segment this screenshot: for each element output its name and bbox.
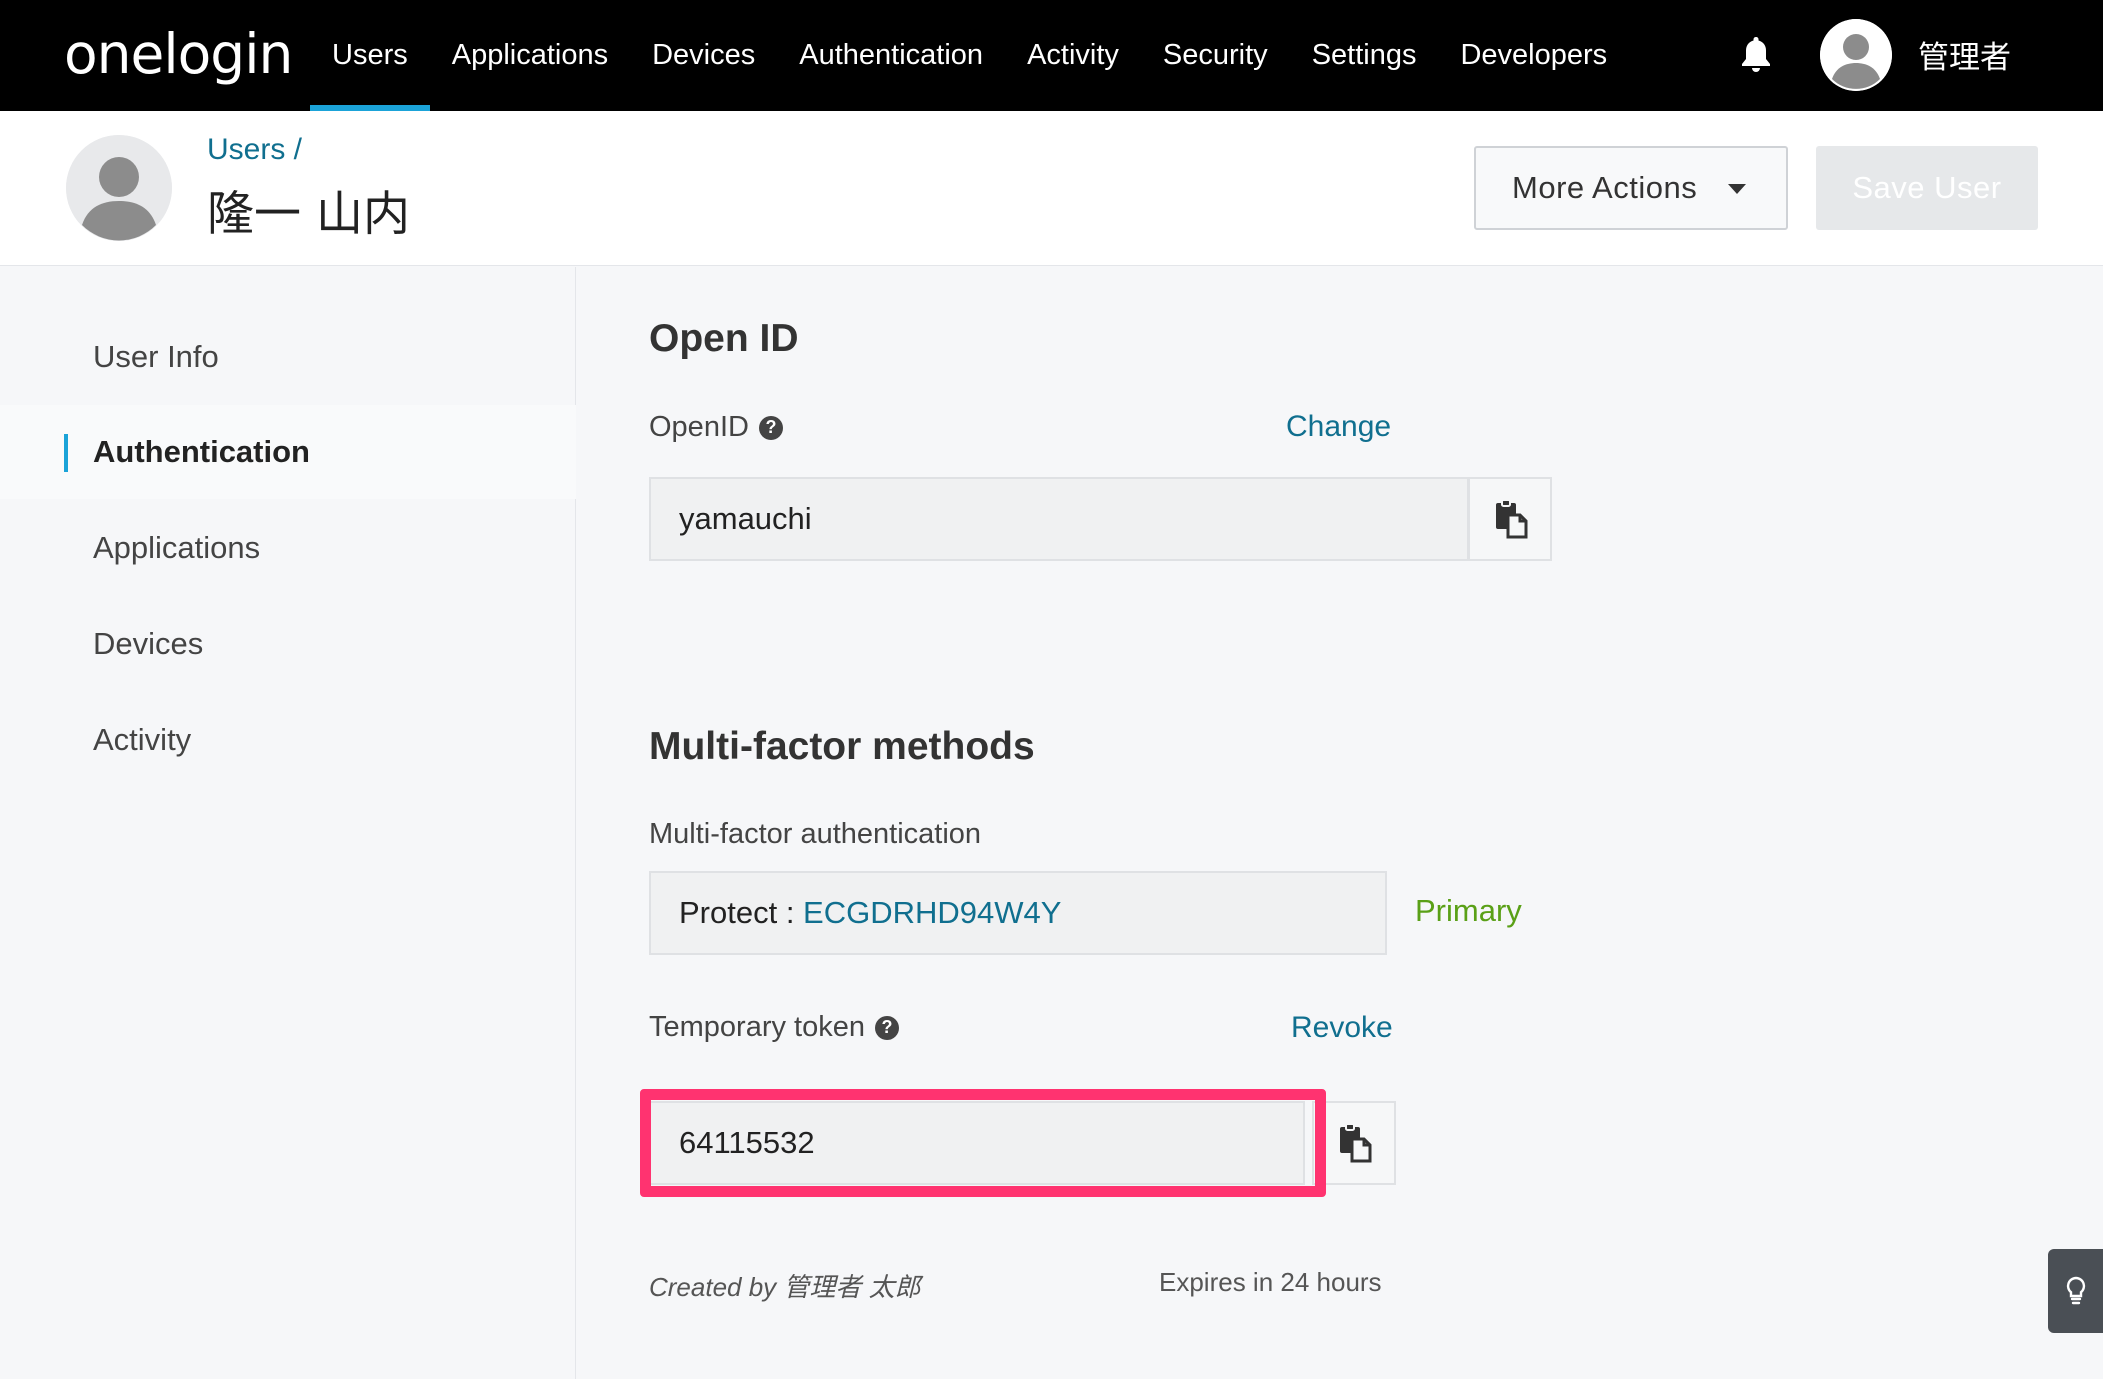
lightbulb-icon — [2066, 1276, 2085, 1305]
breadcrumb[interactable]: Users / — [207, 133, 302, 167]
copy-icon — [1496, 499, 1528, 539]
user-avatar[interactable] — [1820, 19, 1892, 91]
page-title: 隆一 山内 — [207, 187, 410, 242]
temp-token-value: 64115532 — [679, 1125, 815, 1160]
nav-activity[interactable]: Activity — [1005, 0, 1141, 111]
nav-settings[interactable]: Settings — [1290, 0, 1439, 111]
more-actions-label: More Actions — [1512, 170, 1698, 205]
temp-token-label-text: Temporary token — [649, 1011, 865, 1043]
nav-authentication[interactable]: Authentication — [777, 0, 1005, 111]
token-created-by: Created by 管理者 太郎 — [649, 1272, 921, 1302]
openid-field[interactable]: yamauchi — [649, 477, 1469, 561]
main-nav: Users Applications Devices Authenticatio… — [310, 0, 1629, 111]
temp-token-copy-button[interactable] — [1312, 1101, 1396, 1185]
openid-copy-button[interactable] — [1468, 477, 1552, 561]
nav-security[interactable]: Security — [1141, 0, 1290, 111]
copy-icon — [1340, 1123, 1372, 1163]
nav-devices[interactable]: Devices — [630, 0, 777, 111]
hint-button[interactable] — [2048, 1249, 2103, 1333]
nav-developers[interactable]: Developers — [1438, 0, 1629, 111]
sidebar-item-activity[interactable]: Activity — [0, 693, 576, 787]
more-actions-button[interactable]: More Actions — [1474, 146, 1788, 230]
save-user-button[interactable]: Save User — [1816, 146, 2038, 230]
account-name[interactable]: 管理者 — [1918, 32, 2011, 77]
openid-section-title: Open ID — [649, 317, 799, 360]
nav-users[interactable]: Users — [310, 0, 430, 111]
mfa-primary-badge: Primary — [1415, 893, 1522, 928]
user-header: Users / 隆一 山内 More Actions Save User — [0, 111, 2103, 266]
openid-label: OpenID ? — [649, 411, 783, 444]
help-icon[interactable]: ? — [875, 1015, 899, 1040]
openid-label-text: OpenID — [649, 411, 749, 443]
avatar — [66, 135, 172, 241]
top-navigation: onelogin Users Applications Devices Auth… — [0, 0, 2103, 111]
mfa-method-value[interactable]: ECGDRHD94W4Y — [803, 895, 1061, 931]
sidebar-item-user-info[interactable]: User Info — [0, 310, 576, 404]
mfa-label: Multi-factor authentication — [649, 818, 982, 850]
openid-change-link[interactable]: Change — [1286, 410, 1391, 444]
chevron-down-icon — [1728, 184, 1746, 194]
main-content: Open ID OpenID ? Change yamauchi Multi-f… — [577, 267, 2103, 1379]
token-expiry: Expires in 24 hours — [1159, 1267, 1382, 1297]
bell-icon[interactable] — [1738, 34, 1774, 74]
help-icon[interactable]: ? — [758, 415, 783, 440]
sidebar-item-applications[interactable]: Applications — [0, 501, 576, 595]
onelogin-logo[interactable]: onelogin — [64, 22, 293, 86]
openid-value: yamauchi — [679, 501, 812, 536]
revoke-link[interactable]: Revoke — [1291, 1011, 1393, 1045]
mfa-section-title: Multi-factor methods — [649, 725, 1035, 768]
temp-token-field[interactable]: 64115532 — [649, 1101, 1305, 1185]
temp-token-label: Temporary token ? — [649, 1011, 899, 1044]
mfa-method-prefix: Protect : — [679, 895, 804, 930]
sidebar-item-devices[interactable]: Devices — [0, 597, 576, 691]
nav-applications[interactable]: Applications — [430, 0, 630, 111]
sidebar-item-authentication[interactable]: Authentication — [0, 405, 576, 499]
sidebar: User Info Authentication Applications De… — [0, 267, 576, 1379]
mfa-method-field[interactable]: Protect : ECGDRHD94W4Y — [649, 871, 1387, 955]
